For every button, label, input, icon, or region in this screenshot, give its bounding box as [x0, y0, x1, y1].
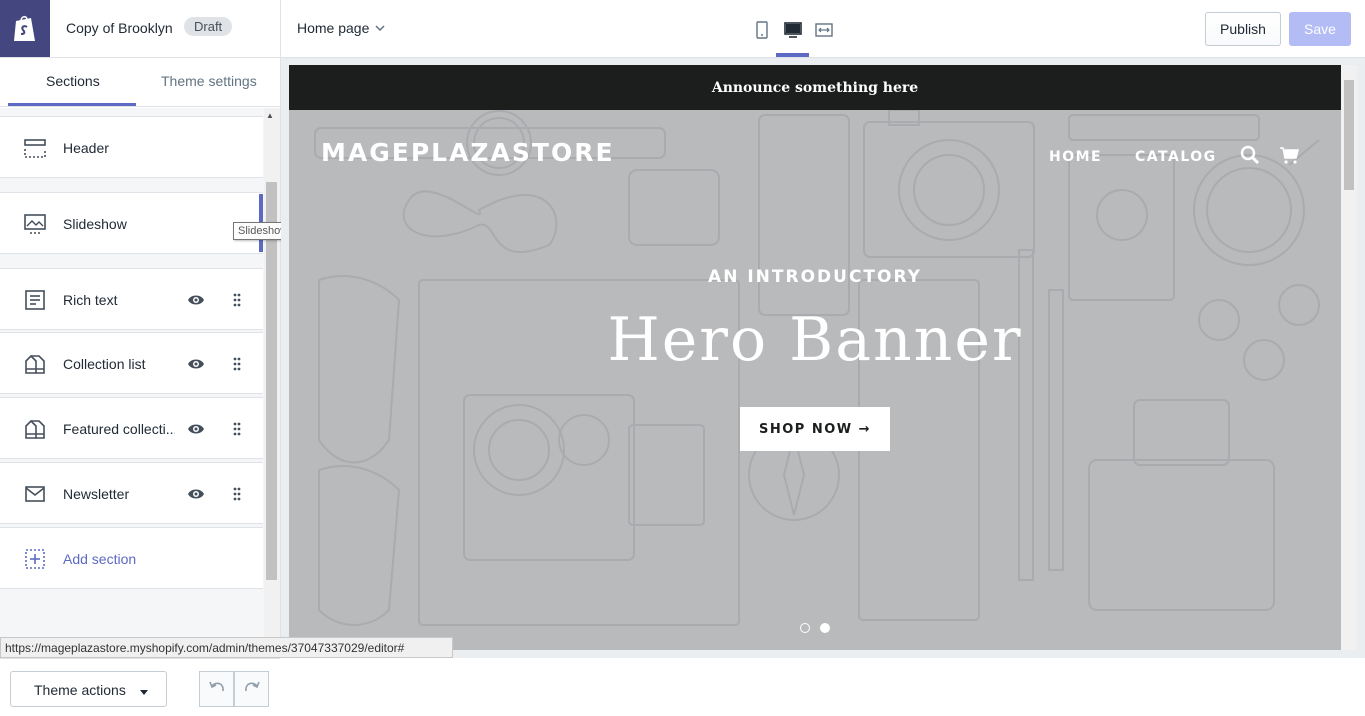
eye-icon[interactable]	[187, 292, 205, 308]
add-section-button[interactable]: Add section	[0, 527, 263, 589]
section-item-slideshow[interactable]: Slideshow	[0, 192, 263, 254]
eye-icon[interactable]	[187, 486, 205, 502]
desktop-icon	[784, 22, 802, 38]
section-item-collection-list[interactable]: Collection list	[0, 332, 263, 394]
page-select-dropdown[interactable]: Home page	[297, 20, 385, 36]
redo-icon	[244, 681, 260, 692]
section-label: Newsletter	[63, 486, 130, 502]
add-section-icon	[25, 549, 45, 569]
shop-now-button[interactable]: SHOP NOW →	[740, 407, 890, 451]
sidebar-footer: Theme actions	[0, 658, 280, 716]
rich-text-icon	[25, 290, 45, 310]
save-button[interactable]: Save	[1289, 12, 1351, 46]
redo-button[interactable]	[234, 671, 269, 707]
sidebar: Sections Theme settings Header Slideshow	[0, 58, 281, 716]
nav-link-home[interactable]: HOME	[1049, 149, 1102, 165]
drag-handle-icon[interactable]	[232, 292, 242, 308]
shopify-logo-icon[interactable]	[0, 0, 50, 57]
sidebar-tabs: Sections Theme settings	[0, 58, 280, 107]
slideshow-icon	[24, 214, 46, 234]
top-bar: Copy of Brooklyn Draft Home page Publish…	[0, 0, 1365, 58]
eye-icon[interactable]	[187, 356, 205, 372]
active-device-indicator	[776, 53, 809, 57]
mail-icon	[25, 486, 45, 502]
shop-now-label: SHOP NOW	[758, 421, 853, 437]
section-list: Header Slideshow Rich text Collection li…	[0, 108, 264, 648]
fullscreen-view-button[interactable]	[812, 18, 836, 42]
collection-icon	[25, 354, 45, 374]
mobile-icon	[756, 21, 768, 39]
section-item-newsletter[interactable]: Newsletter	[0, 462, 263, 524]
theme-name: Copy of Brooklyn	[66, 20, 173, 36]
theme-actions-label: Theme actions	[34, 682, 126, 698]
collection-icon	[25, 419, 45, 439]
page-select-label: Home page	[297, 20, 370, 36]
undo-button[interactable]	[199, 671, 234, 707]
section-label: Featured collecti...	[63, 421, 175, 437]
section-item-rich-text[interactable]: Rich text	[0, 268, 263, 330]
hero-title: Hero Banner	[607, 305, 1023, 375]
divider	[280, 0, 281, 57]
section-label: Header	[63, 140, 109, 156]
chevron-down-icon	[375, 25, 385, 31]
section-item-header[interactable]: Header	[0, 116, 263, 178]
search-icon[interactable]	[1240, 145, 1260, 165]
header-icon	[24, 139, 46, 158]
add-section-label: Add section	[63, 551, 137, 567]
draft-badge: Draft	[184, 17, 233, 36]
arrow-right-icon: →	[858, 421, 872, 437]
expand-icon	[815, 23, 833, 37]
scroll-up-icon[interactable]: ▲	[266, 111, 274, 120]
eye-icon[interactable]	[187, 421, 205, 437]
preview-frame: Announce something here MAGEPLAZASTORE H…	[289, 65, 1341, 650]
tab-sections[interactable]: Sections	[46, 73, 100, 89]
theme-actions-button[interactable]: Theme actions	[10, 671, 167, 707]
caret-down-icon	[139, 690, 148, 695]
announcement-bar[interactable]: Announce something here	[289, 65, 1341, 110]
section-label: Collection list	[63, 356, 146, 372]
section-item-featured-collection[interactable]: Featured collecti...	[0, 397, 263, 459]
mobile-view-button[interactable]	[750, 18, 774, 42]
drag-handle-icon[interactable]	[232, 421, 242, 437]
nav-link-catalog[interactable]: CATALOG	[1135, 149, 1217, 165]
theme-preview: Announce something here MAGEPLAZASTORE H…	[281, 58, 1365, 658]
publish-button[interactable]: Publish	[1205, 12, 1281, 46]
section-label: Slideshow	[63, 216, 127, 232]
tab-theme-settings[interactable]: Theme settings	[161, 73, 257, 89]
section-label: Rich text	[63, 292, 118, 308]
store-logo[interactable]: MAGEPLAZASTORE	[321, 138, 615, 167]
undo-icon	[208, 681, 224, 692]
preview-scrollbar-thumb[interactable]	[1344, 80, 1354, 190]
drag-handle-icon[interactable]	[232, 486, 242, 502]
drag-handle-icon[interactable]	[232, 356, 242, 372]
status-bar-url: https://mageplazastore.myshopify.com/adm…	[0, 637, 453, 658]
hero-subheading: AN INTRODUCTORY	[708, 267, 922, 287]
sidebar-scrollbar-thumb[interactable]	[266, 182, 277, 580]
slide-dot-2[interactable]	[820, 623, 830, 633]
desktop-view-button[interactable]	[781, 18, 805, 42]
cart-icon[interactable]	[1279, 145, 1299, 165]
hero-background-illustration	[314, 110, 1320, 626]
slide-dot-1[interactable]	[800, 623, 810, 633]
active-tab-indicator	[8, 103, 136, 106]
